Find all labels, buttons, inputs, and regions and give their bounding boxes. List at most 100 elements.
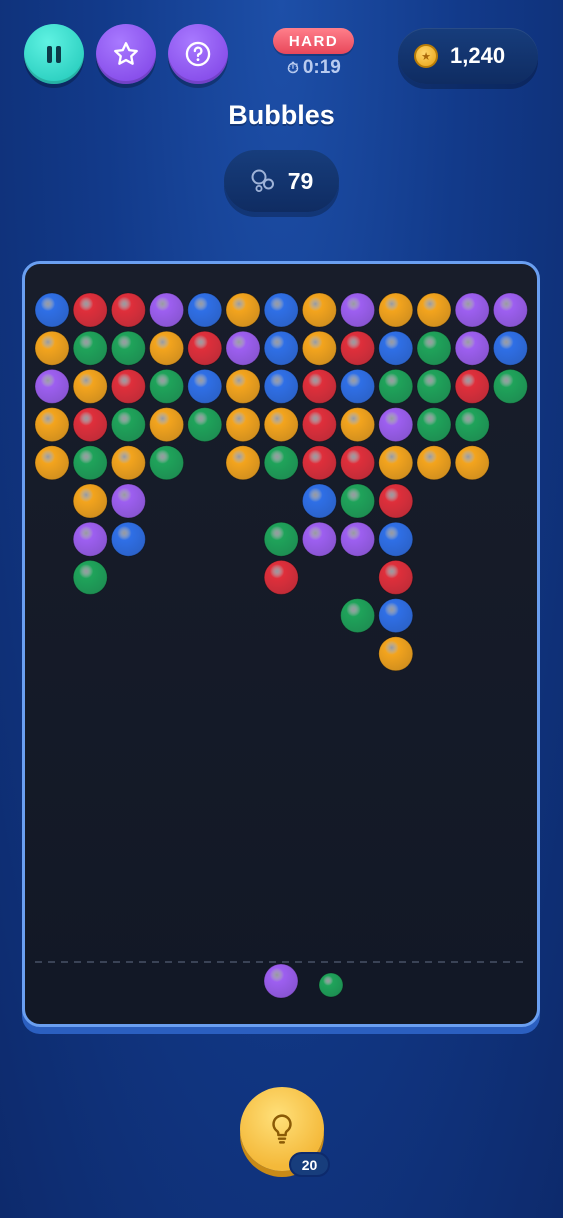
bubble-green (416, 330, 452, 366)
bubble-green (72, 559, 108, 595)
bubble-blue (263, 368, 299, 404)
bubble-blue (378, 598, 414, 634)
bubble-blue (187, 368, 223, 404)
next-bubble[interactable] (318, 972, 344, 998)
bubble-red (378, 483, 414, 519)
bubble-purple (110, 483, 146, 519)
bubble-purple (72, 521, 108, 557)
bubble-green (454, 407, 490, 443)
bubble-green (492, 368, 528, 404)
timer-value: 0:19 (302, 57, 341, 78)
bubble-purple (149, 292, 185, 328)
bubble-blue (263, 330, 299, 366)
bubble-orange (34, 407, 70, 443)
bubble-red (72, 407, 108, 443)
bubble-purple (34, 368, 70, 404)
bubble-green (263, 445, 299, 481)
bubble-green (340, 483, 376, 519)
bubble-orange (378, 636, 414, 672)
bubble-purple (492, 292, 528, 328)
lightbulb-icon (272, 1114, 292, 1144)
bubble-green (72, 330, 108, 366)
bubble-purple (340, 292, 376, 328)
bubbles-remaining-counter: 79 (224, 150, 339, 212)
timer: ⏱ 0:19 (278, 56, 350, 80)
bubble-orange (454, 445, 490, 481)
bubble-orange (263, 407, 299, 443)
star-icon (114, 42, 138, 65)
bubble-orange (34, 330, 70, 366)
bubble-orange (378, 445, 414, 481)
bubble-orange (225, 407, 261, 443)
bubble-orange (72, 368, 108, 404)
bubble-green (263, 521, 299, 557)
shooter-bubble[interactable] (263, 963, 299, 999)
bubble-green (110, 330, 146, 366)
star-button[interactable] (96, 24, 156, 84)
question-icon (185, 41, 211, 67)
bubble-purple (301, 521, 337, 557)
bubble-orange (340, 407, 376, 443)
bubble-blue (492, 330, 528, 366)
bubble-purple (454, 330, 490, 366)
bubble-orange (149, 330, 185, 366)
coin-value: 1,240 (450, 43, 506, 68)
bubble-blue (378, 330, 414, 366)
bubble-red (454, 368, 490, 404)
coin-counter: ★ 1,240 (398, 28, 538, 84)
bubble-red (301, 368, 337, 404)
hint-count-badge: 20 (289, 1152, 330, 1177)
bubble-blue (187, 292, 223, 328)
bubble-red (378, 559, 414, 595)
bubble-red (340, 330, 376, 366)
bubble-purple (378, 407, 414, 443)
game-title: Bubbles (228, 100, 335, 130)
bubble-blue (263, 292, 299, 328)
bubble-orange (225, 292, 261, 328)
difficulty-badge: HARD (273, 28, 354, 54)
bubble-purple (454, 292, 490, 328)
help-button[interactable] (168, 24, 228, 84)
bubble-green (149, 445, 185, 481)
bubble-blue (340, 368, 376, 404)
bubble-blue (301, 483, 337, 519)
bubble-blue (34, 292, 70, 328)
bubble-red (301, 407, 337, 443)
stopwatch-icon: ⏱ (287, 59, 299, 77)
game-board[interactable] (22, 261, 540, 1027)
bubble-green (110, 407, 146, 443)
bubble-green (149, 368, 185, 404)
bubble-red (110, 292, 146, 328)
bubble-red (110, 368, 146, 404)
bubbles-remaining-value: 79 (287, 167, 314, 194)
pause-icon (45, 45, 63, 63)
pause-button[interactable] (24, 24, 84, 84)
bubble-red (187, 330, 223, 366)
bubble-green (416, 368, 452, 404)
bubble-orange (225, 368, 261, 404)
bubble-green (340, 598, 376, 634)
bubble-green (378, 368, 414, 404)
bubbles-icon (251, 169, 274, 192)
coin-icon: ★ (414, 44, 438, 68)
bubble-blue (110, 521, 146, 557)
bubble-green (416, 407, 452, 443)
bubble-orange (110, 445, 146, 481)
bubble-red (340, 445, 376, 481)
bubble-red (72, 292, 108, 328)
bubble-blue (378, 521, 414, 557)
bubble-orange (72, 483, 108, 519)
bubble-purple (340, 521, 376, 557)
bubble-purple (225, 330, 261, 366)
bubble-green (187, 407, 223, 443)
bubble-orange (149, 407, 185, 443)
bubble-orange (378, 292, 414, 328)
bubble-orange (225, 445, 261, 481)
bubble-orange (301, 330, 337, 366)
bubble-green (72, 445, 108, 481)
bubble-red (301, 445, 337, 481)
bubble-red (263, 559, 299, 595)
bubble-orange (416, 292, 452, 328)
bubble-orange (301, 292, 337, 328)
bubble-field[interactable] (25, 264, 537, 1024)
